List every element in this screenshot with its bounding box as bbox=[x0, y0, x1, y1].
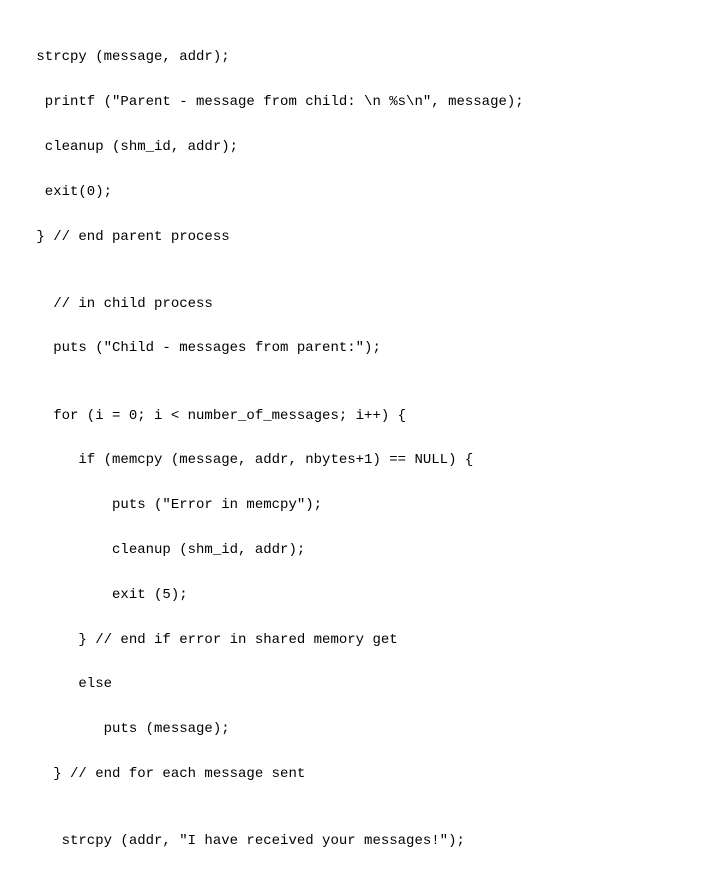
code-line: for (i = 0; i < number_of_messages; i++)… bbox=[28, 405, 720, 427]
code-line: else bbox=[28, 673, 720, 695]
code-line: } // end for each message sent bbox=[28, 763, 720, 785]
code-line: strcpy (message, addr); bbox=[28, 46, 720, 68]
code-line: } // end if error in shared memory get bbox=[28, 629, 720, 651]
code-line: exit(0); bbox=[28, 181, 720, 203]
code-line: // in child process bbox=[28, 293, 720, 315]
code-line: cleanup (shm_id, addr); bbox=[28, 539, 720, 561]
code-line: } // end parent process bbox=[28, 226, 720, 248]
code-line: if (memcpy (message, addr, nbytes+1) == … bbox=[28, 449, 720, 471]
code-line: printf ("Parent - message from child: \n… bbox=[28, 91, 720, 113]
code-line: cleanup (shm_id, addr); bbox=[28, 136, 720, 158]
code-line: puts (message); bbox=[28, 718, 720, 740]
code-line: puts ("Error in memcpy"); bbox=[28, 494, 720, 516]
code-line: puts ("Child - messages from parent:"); bbox=[28, 337, 720, 359]
code-line: exit (5); bbox=[28, 584, 720, 606]
code-line: strcpy (addr, "I have received your mess… bbox=[28, 830, 720, 852]
code-block: strcpy (message, addr); printf ("Parent … bbox=[0, 0, 720, 875]
